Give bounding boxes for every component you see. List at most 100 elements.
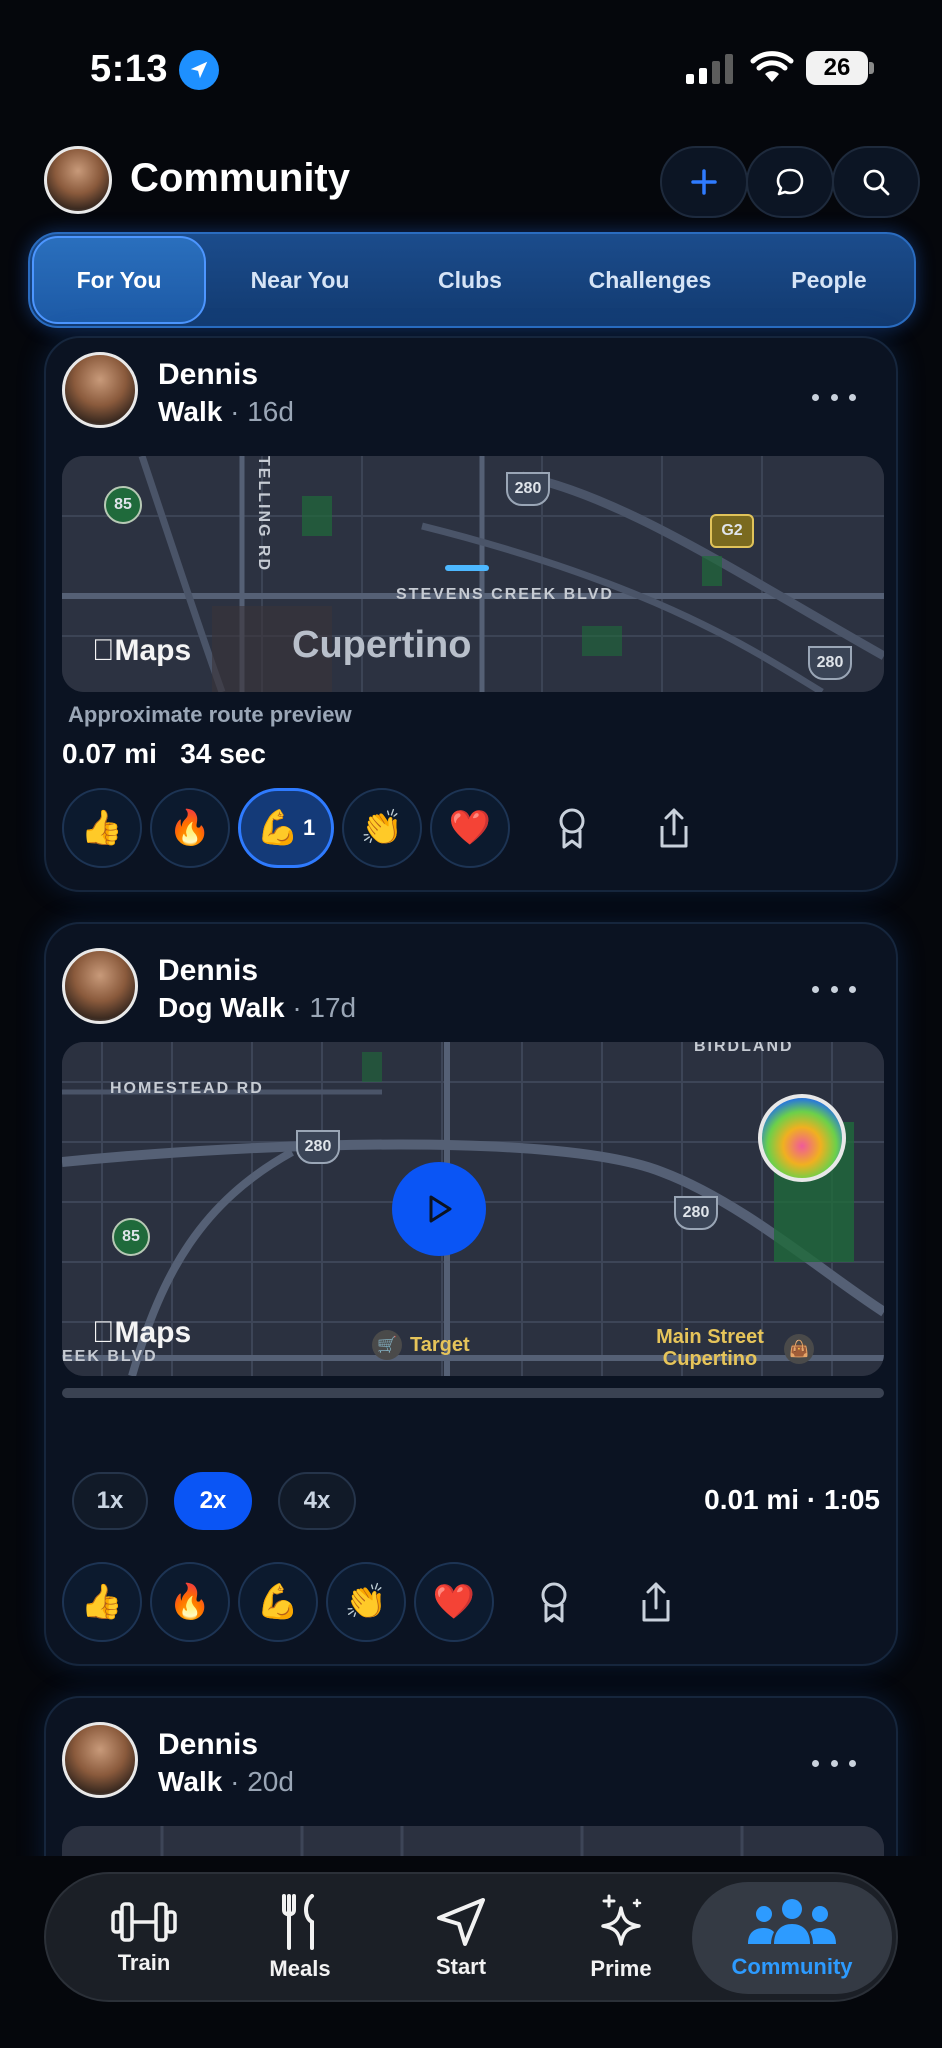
author-name[interactable]: Dennis <box>158 1728 258 1762</box>
activity-duration: 34 sec <box>180 738 266 769</box>
activity-meta: Walk · 20d <box>158 1766 294 1798</box>
tab-near-you[interactable]: Near You <box>220 234 380 326</box>
map-street-label: BIRDLAND <box>694 1042 794 1055</box>
activity-type: Walk <box>158 1766 223 1797</box>
author-avatar[interactable] <box>62 1722 138 1798</box>
apple-logo-icon:  <box>92 634 115 667</box>
status-bar: 5:13 26 <box>0 0 942 130</box>
reaction-clap-button[interactable]: 👏 <box>342 788 422 868</box>
activity-distance: 0.07 mi <box>62 738 157 769</box>
dumbbell-icon <box>111 1902 177 1942</box>
tab-start[interactable]: Start <box>386 1882 536 1994</box>
chat-bubble-icon <box>776 168 804 196</box>
map-poi-target: 🛒 Target <box>372 1330 470 1360</box>
add-post-button[interactable] <box>660 146 748 218</box>
cellular-signal-icon <box>686 54 733 84</box>
maps-attribution: Maps <box>92 1316 191 1349</box>
tab-clubs[interactable]: Clubs <box>400 234 540 326</box>
route-map[interactable]: 280 85 280 HOMESTEAD RD BIRDLAND EEK BLV… <box>62 1042 884 1376</box>
reaction-fire-button[interactable]: 🔥 <box>150 788 230 868</box>
tab-people[interactable]: People <box>754 234 904 326</box>
reaction-bar: 👍 🔥 💪 1 👏 ❤️ <box>62 788 882 868</box>
tab-community[interactable]: Community <box>692 1882 892 1994</box>
location-arrow-icon <box>179 50 219 90</box>
tab-label: Meals <box>269 1956 331 1981</box>
plus-icon <box>691 169 717 195</box>
speed-4x-button[interactable]: 4x <box>278 1472 356 1530</box>
reaction-fire-button[interactable]: 🔥 <box>150 1562 230 1642</box>
profile-avatar[interactable] <box>44 146 112 214</box>
reaction-clap-button[interactable]: 👏 <box>326 1562 406 1642</box>
share-button[interactable] <box>648 802 700 854</box>
reaction-thumbs-up-button[interactable]: 👍 <box>62 1562 142 1642</box>
tab-label: Prime <box>590 1956 652 1981</box>
award-button[interactable] <box>528 1576 580 1628</box>
map-street-label: TELLING RD <box>255 456 272 572</box>
tab-label: Start <box>435 1954 487 1979</box>
share-icon <box>642 1582 670 1622</box>
activity-summary: 0.01 mi · 1:05 <box>704 1484 880 1515</box>
sparkles-icon <box>601 1894 642 1946</box>
activity-type: Walk <box>158 396 223 427</box>
speed-2x-button[interactable]: 2x <box>174 1472 252 1530</box>
photo-thumbnail[interactable] <box>758 1094 846 1182</box>
playback-progress-bar[interactable] <box>62 1388 884 1398</box>
battery-icon: 26 <box>806 51 874 85</box>
battery-level: 26 <box>806 51 868 85</box>
messages-button[interactable] <box>746 146 834 218</box>
activity-age: · 16d <box>230 396 294 427</box>
tab-label: Train <box>117 1950 171 1975</box>
award-button[interactable] <box>546 802 598 854</box>
more-options-button[interactable] <box>812 382 856 412</box>
map-street-label: HOMESTEAD RD <box>110 1080 264 1097</box>
shopping-cart-icon: 🛒 <box>372 1330 402 1360</box>
tab-challenges[interactable]: Challenges <box>560 234 740 326</box>
more-options-button[interactable] <box>812 974 856 1004</box>
route-map[interactable]: 85 280 G2 280 STEVENS CREEK BLVD TELLING… <box>62 456 884 692</box>
highway-shield: G2 <box>710 514 754 548</box>
highway-shield: 280 <box>808 646 852 680</box>
more-options-button[interactable] <box>812 1748 856 1778</box>
feed-tabs: For You Near You Clubs Challenges People <box>28 232 916 328</box>
navigation-arrow-icon <box>437 1898 485 1946</box>
award-ribbon-icon <box>559 808 585 849</box>
speed-1x-button[interactable]: 1x <box>72 1472 148 1530</box>
map-street-label: STEVENS CREEK BLVD <box>396 586 614 603</box>
author-avatar[interactable] <box>62 352 138 428</box>
reaction-thumbs-up-button[interactable]: 👍 <box>62 788 142 868</box>
maps-attribution: Maps <box>92 634 191 667</box>
author-name[interactable]: Dennis <box>158 358 258 392</box>
author-avatar[interactable] <box>62 948 138 1024</box>
tab-for-you[interactable]: For You <box>32 236 206 324</box>
map-street-label: EEK BLVD <box>62 1348 158 1365</box>
highway-shield: 85 <box>104 486 142 524</box>
reaction-muscle-button[interactable]: 💪 <box>238 1562 318 1642</box>
tab-meals[interactable]: Meals <box>230 1882 370 1994</box>
page-title: Community <box>130 156 350 200</box>
status-time: 5:13 <box>90 48 169 90</box>
tab-prime[interactable]: Prime <box>546 1882 696 1994</box>
route-preview-note: Approximate route preview <box>68 702 352 727</box>
activity-meta: Walk · 16d <box>158 396 294 428</box>
search-button[interactable] <box>832 146 920 218</box>
wifi-icon <box>750 51 794 82</box>
activity-type: Dog Walk <box>158 992 285 1023</box>
activity-meta: Dog Walk · 17d <box>158 992 356 1024</box>
activity-age: · 17d <box>292 992 357 1023</box>
page-header: Community <box>0 140 942 220</box>
reaction-heart-button[interactable]: ❤️ <box>414 1562 494 1642</box>
play-icon <box>429 1195 452 1223</box>
reaction-heart-button[interactable]: ❤️ <box>430 788 510 868</box>
highway-shield: 85 <box>112 1218 150 1256</box>
author-name[interactable]: Dennis <box>158 954 258 988</box>
share-button[interactable] <box>630 1576 682 1628</box>
shopping-bag-icon: 👜 <box>784 1334 814 1364</box>
play-button[interactable] <box>392 1162 486 1256</box>
activity-stats: 0.07 mi 34 sec <box>62 738 266 770</box>
tab-train[interactable]: Train <box>70 1882 218 1994</box>
activity-card[interactable]: Dennis Walk · 16d 85 280 G2 280 STEVENS … <box>44 336 898 892</box>
activity-card[interactable]: Dennis Dog Walk · 17d 280 85 280 HOMESTE… <box>44 922 898 1666</box>
share-icon <box>660 808 688 848</box>
map-city-label: Cupertino <box>292 624 472 666</box>
reaction-muscle-button[interactable]: 💪 1 <box>238 788 334 868</box>
